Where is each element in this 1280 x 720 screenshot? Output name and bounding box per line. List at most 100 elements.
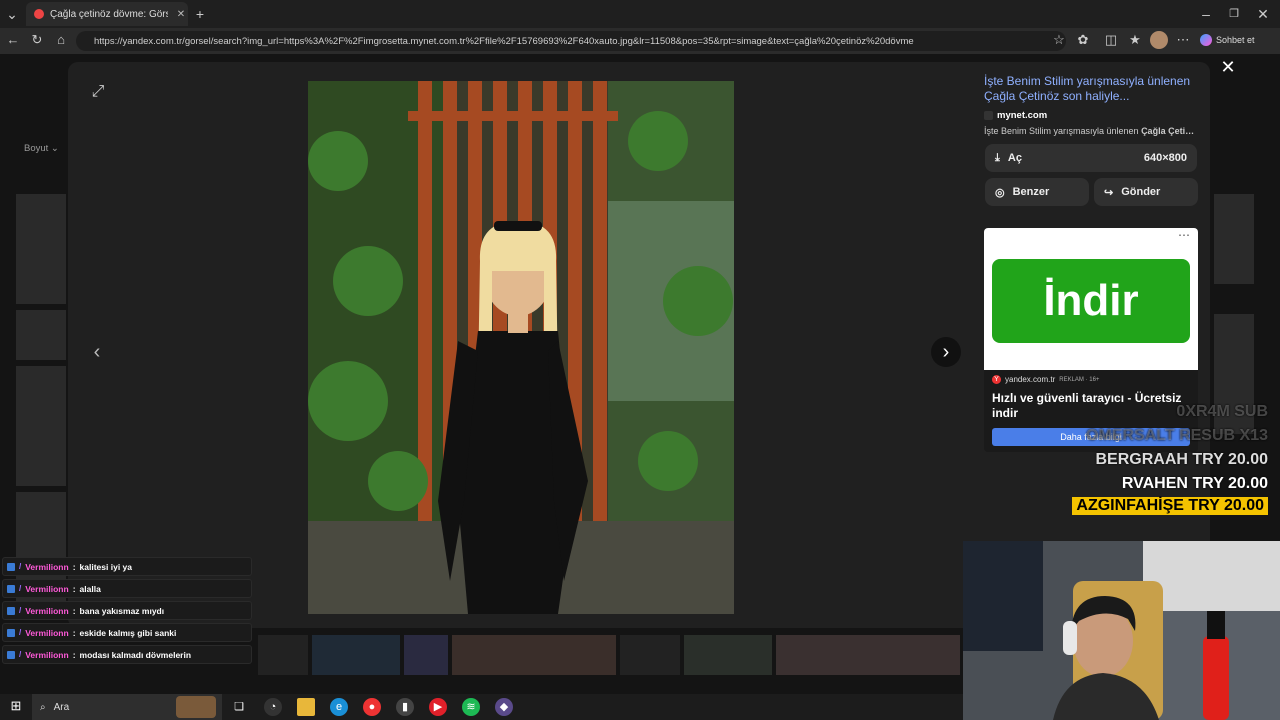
copilot-label: Sohbet et — [1216, 35, 1255, 45]
favicon-icon — [34, 9, 44, 19]
mod-sword-icon: / — [19, 562, 22, 571]
window-close-icon[interactable]: ✕ — [1253, 4, 1273, 24]
mod-sword-icon: / — [19, 584, 22, 593]
chat-text: kalitesi iyi ya — [79, 561, 132, 572]
size-filter-label: Boyut — [24, 143, 49, 154]
chat-message: / Vermilionn: alalla — [2, 579, 252, 598]
thumbnail[interactable] — [1214, 194, 1254, 284]
ad-download-graphic: İndir — [992, 259, 1190, 343]
thumbnail[interactable] — [258, 635, 308, 675]
browser-tab[interactable]: Çağla çetinöz dövme: Görselleri g… ✕ — [26, 2, 188, 26]
tab-close-icon[interactable]: ✕ — [174, 9, 188, 20]
favorite-star-icon[interactable]: ☆ — [1050, 31, 1068, 49]
thumbnail[interactable] — [776, 635, 960, 675]
edge-icon[interactable]: e — [330, 698, 348, 716]
profile-avatar[interactable] — [1150, 31, 1168, 49]
ad-banner: ⋯ İndir — [984, 228, 1198, 370]
ad-site: Y yandex.com.tr REKLAM · 16+ — [992, 375, 1099, 384]
app-icon[interactable]: ◆ — [495, 698, 513, 716]
thumbnail[interactable] — [452, 635, 616, 675]
thumbnail[interactable] — [684, 635, 772, 675]
donation-entry: 0XR4M SUB — [1176, 403, 1268, 420]
share-icon: ↪ — [1104, 186, 1114, 199]
refresh-icon[interactable]: ↻ — [28, 31, 46, 49]
url-field[interactable]: https://yandex.com.tr/gorsel/search?img_… — [76, 31, 1066, 51]
thumbnail[interactable] — [16, 194, 66, 304]
source-title-link[interactable]: İşte Benim Stilim yarışmasıyla ünlenen Ç… — [984, 74, 1198, 104]
ad-menu-icon[interactable]: ⋯ — [1178, 228, 1190, 242]
share-button[interactable]: ↪ Gönder — [1094, 178, 1198, 206]
snippet-text: İşte Benim Stilim yarışmasıyla ünlenen — [984, 126, 1142, 136]
thumbnail[interactable] — [16, 310, 66, 360]
size-filter[interactable]: Boyut ⌄ — [24, 143, 59, 154]
ad-card[interactable]: ⋯ İndir Y yandex.com.tr REKLAM · 16+ Hız… — [984, 228, 1198, 452]
app-icon[interactable]: ◔ — [264, 698, 282, 716]
badge-icon — [7, 650, 15, 659]
thumbnail[interactable] — [620, 635, 680, 675]
webcam-illustration — [963, 541, 1280, 720]
thumbnail[interactable] — [404, 635, 448, 675]
task-view-icon[interactable]: ❏ — [230, 698, 248, 716]
chat-username: Vermilionn — [25, 627, 69, 638]
source-snippet: İşte Benim Stilim yarışmasıyla ünlenen Ç… — [984, 126, 1198, 136]
thumbnail[interactable] — [312, 635, 400, 675]
chat-message: / Vermilionn: kalitesi iyi ya — [2, 557, 252, 576]
chat-text: bana yakısmaz mıydı — [79, 605, 165, 616]
chrome-icon[interactable]: ● — [363, 698, 381, 716]
taskbar-search[interactable]: ⌕ Ara — [32, 694, 222, 720]
webcam-overlay — [963, 541, 1280, 720]
expand-icon[interactable]: ⤢ — [88, 83, 108, 103]
chat-separator: : — [72, 627, 76, 638]
next-image-button[interactable]: › — [931, 337, 961, 367]
image-dimensions: 640×800 — [1143, 152, 1187, 164]
copilot-icon — [1200, 34, 1212, 46]
tab-list-icon[interactable]: ⌄ — [2, 4, 22, 24]
chat-separator: : — [72, 561, 76, 572]
minimize-icon[interactable]: – — [1196, 4, 1216, 24]
home-icon[interactable]: ⌂ — [52, 31, 70, 49]
file-explorer-icon[interactable] — [297, 698, 315, 716]
source-site-name: mynet.com — [997, 110, 1048, 121]
prev-image-button[interactable]: ‹ — [82, 337, 112, 367]
media-player-icon[interactable]: ▶ — [429, 698, 447, 716]
mod-sword-icon: / — [19, 628, 22, 637]
chat-message: / Vermilionn: eskide kalmış gibi sanki — [2, 623, 252, 642]
tab-bar: ⌄ Çağla çetinöz dövme: Görselleri g… ✕ +… — [0, 0, 1280, 28]
restore-icon[interactable]: ❐ — [1224, 4, 1244, 24]
favorites-icon[interactable]: ★ — [1126, 31, 1144, 49]
thumbnail[interactable] — [16, 366, 66, 486]
chat-text: modası kalmadı dövmelerin — [79, 649, 192, 660]
badge-icon — [7, 606, 15, 615]
open-image-button[interactable]: ⤓ Aç 640×800 — [985, 144, 1197, 172]
main-image[interactable] — [308, 81, 734, 614]
search-placeholder: Ara — [53, 701, 70, 713]
site-favicon-icon — [984, 111, 993, 120]
spotify-icon[interactable]: ≋ — [462, 698, 480, 716]
source-site[interactable]: mynet.com — [984, 110, 1198, 121]
mod-sword-icon: / — [19, 650, 22, 659]
chat-username: Vermilionn — [25, 561, 69, 572]
windows-start-icon[interactable]: ⊞ — [8, 698, 24, 714]
photo-illustration — [308, 81, 734, 614]
split-screen-icon[interactable]: ◫ — [1102, 31, 1120, 49]
similar-label: Benzer — [1012, 186, 1050, 198]
more-menu-icon[interactable]: ⋯ — [1174, 31, 1192, 49]
chat-username: Vermilionn — [25, 649, 69, 660]
tab-title: Çağla çetinöz dövme: Görselleri g… — [50, 8, 168, 20]
ad-site-name: yandex.com.tr — [1005, 375, 1056, 384]
badge-icon — [7, 584, 15, 593]
extensions-icon[interactable]: ✿ — [1074, 31, 1092, 49]
open-label: Aç — [1007, 152, 1022, 164]
chat-username: Vermilionn — [25, 605, 69, 616]
app-icon[interactable]: ▮ — [396, 698, 414, 716]
back-icon[interactable]: ← — [4, 31, 22, 49]
close-viewer-button[interactable]: ✕ — [1218, 57, 1238, 77]
similar-images-button[interactable]: ◎ Benzer — [985, 178, 1089, 206]
address-bar-row: ← ↻ ⌂ https://yandex.com.tr/gorsel/searc… — [0, 28, 1280, 54]
copilot-button[interactable]: Sohbet et — [1200, 34, 1255, 46]
mod-sword-icon: / — [19, 606, 22, 615]
ad-title[interactable]: Hızlı ve güvenli tarayıcı - Ücretsiz ind… — [992, 391, 1192, 421]
new-tab-button[interactable]: + — [190, 4, 210, 24]
badge-icon — [7, 562, 15, 571]
download-icon: ⤓ — [995, 151, 1000, 164]
